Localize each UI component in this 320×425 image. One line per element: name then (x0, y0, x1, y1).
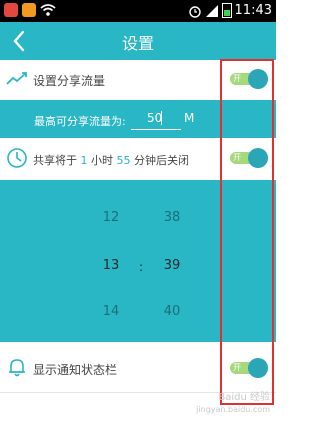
text-cursor (161, 111, 162, 125)
status-bar: 11:43 (0, 0, 276, 22)
signal-icon (205, 4, 218, 17)
picker-minute-prev[interactable]: 38 (152, 210, 192, 225)
traffic-limit-label: 最高可分享流量为: (34, 115, 126, 128)
status-time: 11:43 (234, 3, 272, 18)
status-bar-right: 11:43 (188, 3, 272, 18)
picker-hour-prev[interactable]: 12 (91, 210, 131, 225)
annotation-highlight-box (220, 59, 274, 405)
watermark-url: jingyan.baidu.com (196, 405, 270, 414)
traffic-limit-unit: M (184, 111, 195, 125)
status-bar-left (4, 3, 56, 17)
bell-icon (9, 359, 25, 377)
picker-hour-selected[interactable]: 13 (91, 258, 131, 273)
app-orange-icon (22, 3, 36, 17)
app-header: 设置 (0, 22, 276, 60)
battery-icon (221, 3, 232, 18)
picker-hour-next[interactable]: 14 (91, 304, 131, 319)
page-title: 设置 (121, 34, 154, 53)
traffic-limit-input[interactable]: 50 (131, 108, 181, 130)
clock-icon (7, 148, 27, 168)
picker-minute-selected[interactable]: 39 (152, 258, 192, 273)
traffic-limit-value: 50 (147, 111, 163, 125)
app-red-icon (4, 3, 18, 17)
picker-separator: : (139, 260, 144, 274)
alarm-icon (188, 5, 201, 18)
notification-label: 显示通知状态栏 (33, 363, 118, 377)
wifi-icon (40, 4, 56, 16)
picker-minute-next[interactable]: 40 (152, 304, 192, 319)
auto-close-hours: 1 (80, 154, 88, 167)
watermark-logo: Baidu 经验 (218, 392, 270, 403)
auto-close-hours-unit: 小时 (91, 154, 113, 167)
share-traffic-label: 设置分享流量 (33, 74, 106, 88)
auto-close-suffix: 分钟后关闭 (134, 154, 189, 167)
auto-close-label: 共享将于 1 小时 55 分钟后关闭 (33, 152, 189, 168)
auto-close-minutes: 55 (116, 154, 131, 167)
auto-close-prefix: 共享将于 (33, 154, 77, 167)
trend-line-icon (6, 72, 27, 85)
